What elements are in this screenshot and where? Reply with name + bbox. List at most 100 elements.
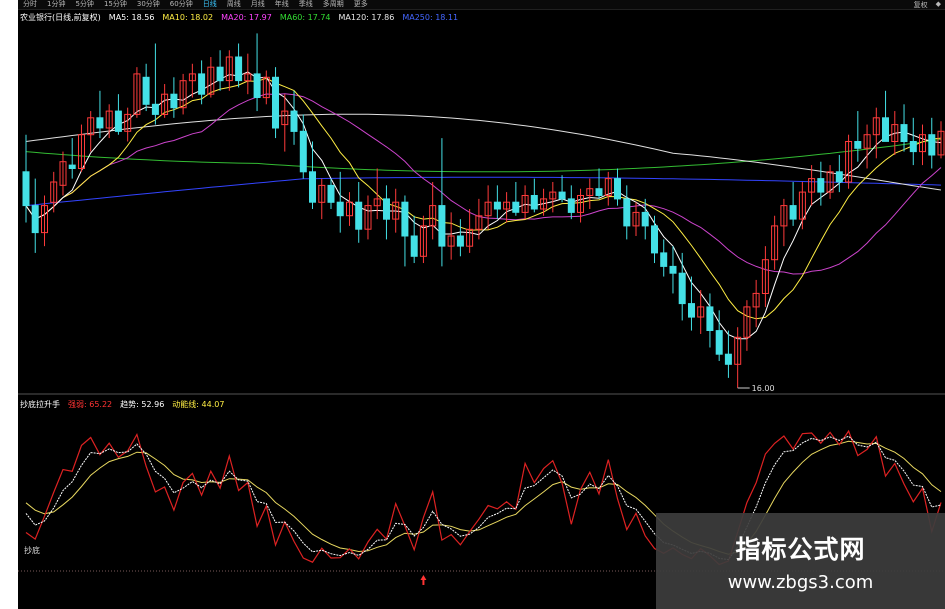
candle [530,178,538,213]
candle [151,43,159,125]
candle [419,215,427,264]
candle [761,246,769,307]
ma10-value: MA10: 18.02 [162,12,214,22]
candle [540,188,548,216]
buy-arrow-icon [420,575,427,585]
candle [724,330,732,378]
candle [512,181,520,216]
candle [669,246,677,294]
indicator-legend: 抄底拉升手 强弱: 65.22 趋势: 52.96 动能线: 44.07 [20,398,232,410]
candle [383,185,390,240]
chart-title: 农业银行(日线,前复权) [20,12,101,22]
candle [142,63,150,112]
candle [503,192,511,223]
candle [456,219,464,257]
candle [318,178,326,220]
candle [244,53,252,95]
candle [235,43,243,88]
candle [493,185,501,220]
indicator-title: 抄底拉升手 [20,399,60,409]
ma5-line [25,71,942,340]
candle [466,209,474,253]
candle [558,175,566,203]
candle [225,50,233,91]
candle [336,171,344,233]
candle [216,50,224,91]
left-margin [0,0,18,609]
candle [734,327,742,388]
candle [272,67,279,139]
candle [789,181,797,226]
candle [706,293,714,348]
candle [447,212,455,260]
candle [595,168,603,199]
candle [96,90,104,139]
candle [651,215,658,264]
candle [919,124,926,166]
ma60-line [25,138,942,173]
ma5-value: MA5: 18.56 [108,12,155,22]
candle [364,195,372,240]
candle [346,192,353,226]
candle [87,111,95,152]
ma250-line [25,176,942,207]
candle [798,181,806,230]
momentum-value: 动能线: 44.07 [172,399,225,409]
candle [401,195,409,267]
candle [835,154,843,193]
candle [59,151,67,196]
low-price-label: 16.00 [752,384,775,393]
candle [882,90,889,142]
candle [678,252,686,321]
candle [262,70,270,105]
candle [50,171,58,213]
candle [253,33,261,112]
candle [845,134,853,189]
candle [577,188,584,223]
ma120-value: MA120: 17.86 [338,12,395,22]
candle [188,63,196,98]
candle [373,168,381,220]
moving-average-lines [25,71,942,340]
candle [780,198,788,247]
strength-value: 强弱: 65.22 [68,399,113,409]
main-legend: 农业银行(日线,前复权) MA5: 18.56 MA10: 18.02 MA20… [20,11,466,23]
candle [771,215,779,270]
candle [124,107,132,142]
candle [632,202,640,237]
candle [281,94,289,152]
candle [586,178,594,209]
candle [78,124,85,172]
candle [290,90,298,145]
ma20-value: MA20: 17.97 [221,12,272,22]
candle [355,181,363,243]
candle [854,111,862,162]
stock-chart-window: 分时 1分钟 5分钟 15分钟 30分钟 60分钟 日线 周线 月线 年线 季线 多周期 更多 复权 ◆ 1… [0,0,945,609]
candle [114,94,122,135]
candle [484,185,492,230]
candle [68,138,76,179]
candle [161,84,169,118]
candle [752,279,760,328]
ma250-value: MA250: 18.11 [402,12,459,22]
bottom-signal-label: 抄底 [24,545,40,555]
ma60-value: MA60: 17.74 [279,12,331,22]
candle [31,178,39,253]
candle [105,104,113,139]
candle [743,300,751,351]
candle [660,239,668,277]
candle [928,117,936,169]
candle [410,215,418,264]
candle [179,73,187,115]
candle [521,185,529,220]
candle [429,181,437,240]
candle [170,77,178,118]
watermark: 指标公式网 www.zbgs3.com [656,513,945,609]
candle [438,138,446,267]
candle [872,107,880,159]
ma120-line [25,113,942,191]
candle [614,168,621,206]
candlesticks [22,33,945,388]
candle [299,114,307,179]
candle [567,185,575,220]
